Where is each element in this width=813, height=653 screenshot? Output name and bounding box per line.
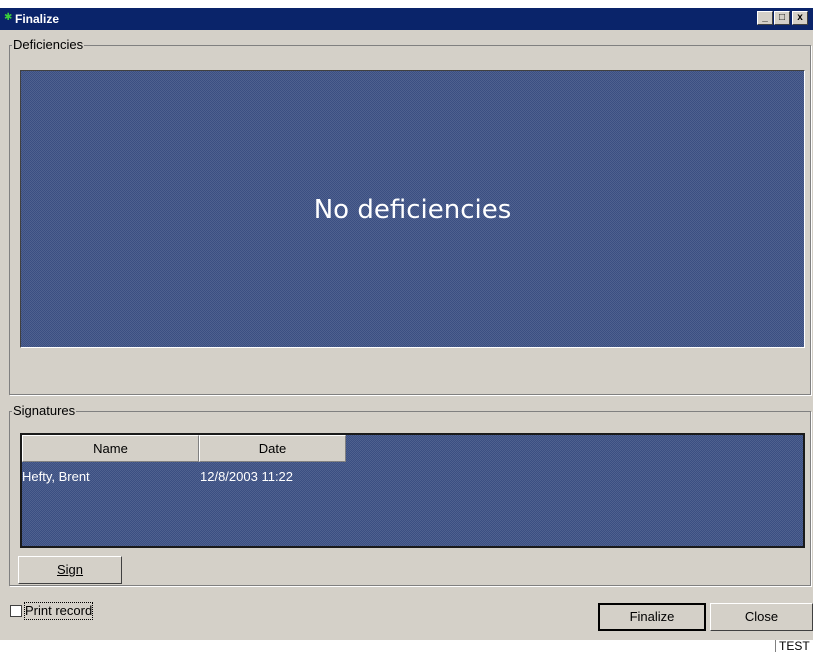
finalize-button[interactable]: Finalize (598, 603, 706, 631)
signatures-list[interactable]: Name Date Hefty, Brent 12/8/2003 11:22 (20, 433, 805, 548)
status-environment: TEST (775, 640, 810, 652)
print-record-checkbox[interactable] (10, 605, 22, 617)
signature-date-cell: 12/8/2003 11:22 (200, 469, 294, 484)
status-bar (0, 640, 813, 652)
deficiencies-panel: No deficiencies (20, 70, 805, 348)
title-bar[interactable]: ✱ Finalize _ □ x (0, 8, 813, 30)
sign-button-label: Sign (56, 562, 84, 577)
signature-name-cell: Hefty, Brent (22, 469, 90, 484)
minimize-button[interactable]: _ (757, 11, 773, 25)
deficiencies-label: Deficiencies (13, 37, 84, 52)
close-window-button[interactable]: x (792, 11, 808, 25)
maximize-button[interactable]: □ (774, 11, 790, 25)
close-button[interactable]: Close (710, 603, 813, 631)
window-title: Finalize (15, 12, 60, 26)
column-header-name[interactable]: Name (22, 435, 199, 462)
column-header-date[interactable]: Date (199, 435, 346, 462)
sign-button[interactable]: Sign (18, 556, 122, 584)
no-deficiencies-message: No deficiencies (313, 195, 512, 225)
app-icon: ✱ (4, 12, 13, 23)
print-record-label[interactable]: Print record (23, 602, 94, 620)
signatures-label: Signatures (13, 403, 76, 418)
